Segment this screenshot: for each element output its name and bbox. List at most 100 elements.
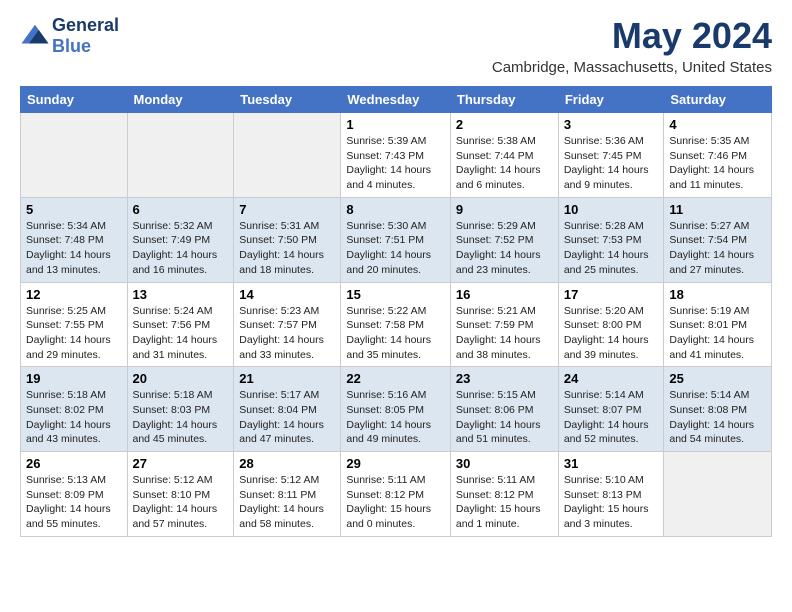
day-info: Sunrise: 5:29 AM Sunset: 7:52 PM Dayligh… (456, 219, 553, 278)
day-number: 13 (133, 287, 229, 302)
day-number: 20 (133, 371, 229, 386)
day-info: Sunrise: 5:28 AM Sunset: 7:53 PM Dayligh… (564, 219, 659, 278)
day-number: 26 (26, 456, 122, 471)
day-number: 7 (239, 202, 335, 217)
header-sunday: Sunday (21, 87, 128, 113)
calendar-cell: 16Sunrise: 5:21 AM Sunset: 7:59 PM Dayli… (450, 282, 558, 367)
day-info: Sunrise: 5:12 AM Sunset: 8:11 PM Dayligh… (239, 473, 335, 532)
week-row-5: 26Sunrise: 5:13 AM Sunset: 8:09 PM Dayli… (21, 452, 772, 537)
day-number: 11 (669, 202, 766, 217)
day-number: 25 (669, 371, 766, 386)
calendar-cell: 4 Sunrise: 5:35 AM Sunset: 7:46 PM Daylig… (664, 113, 772, 198)
calendar-cell (664, 452, 772, 537)
month-title: May 2024 (492, 15, 772, 57)
calendar-cell: 17 Sunrise: 5:20 AM Sunset: 8:00 PM Dayli… (558, 282, 664, 367)
day-number: 5 (26, 202, 122, 217)
week-row-2: 5 Sunrise: 5:34 AM Sunset: 7:48 PM Daylig… (21, 197, 772, 282)
calendar-cell: 14Sunrise: 5:23 AM Sunset: 7:57 PM Dayli… (234, 282, 341, 367)
calendar-cell: 3Sunrise: 5:36 AM Sunset: 7:45 PM Daylig… (558, 113, 664, 198)
day-info: Sunrise: 5:30 AM Sunset: 7:51 PM Dayligh… (346, 219, 445, 278)
calendar-cell: 11 Sunrise: 5:27 AM Sunset: 7:54 PM Dayli… (664, 197, 772, 282)
calendar-cell: 20 Sunrise: 5:18 AM Sunset: 8:03 PM Dayli… (127, 367, 234, 452)
calendar-cell: 31Sunrise: 5:10 AM Sunset: 8:13 PM Dayli… (558, 452, 664, 537)
day-number: 1 (346, 117, 445, 132)
calendar-cell: 27 Sunrise: 5:12 AM Sunset: 8:10 PM Dayli… (127, 452, 234, 537)
calendar-cell: 6Sunrise: 5:32 AM Sunset: 7:49 PM Daylig… (127, 197, 234, 282)
day-number: 22 (346, 371, 445, 386)
day-number: 30 (456, 456, 553, 471)
day-number: 27 (133, 456, 229, 471)
calendar-cell: 9 Sunrise: 5:29 AM Sunset: 7:52 PM Daylig… (450, 197, 558, 282)
day-info: Sunrise: 5:31 AM Sunset: 7:50 PM Dayligh… (239, 219, 335, 278)
day-number: 18 (669, 287, 766, 302)
day-info: Sunrise: 5:38 AM Sunset: 7:44 PM Dayligh… (456, 134, 553, 193)
day-number: 21 (239, 371, 335, 386)
day-number: 12 (26, 287, 122, 302)
logo-icon (20, 21, 50, 51)
day-info: Sunrise: 5:12 AM Sunset: 8:10 PM Dayligh… (133, 473, 229, 532)
day-info: Sunrise: 5:21 AM Sunset: 7:59 PM Dayligh… (456, 304, 553, 363)
day-info: Sunrise: 5:18 AM Sunset: 8:03 PM Dayligh… (133, 388, 229, 447)
day-number: 9 (456, 202, 553, 217)
header-thursday: Thursday (450, 87, 558, 113)
day-info: Sunrise: 5:27 AM Sunset: 7:54 PM Dayligh… (669, 219, 766, 278)
day-info: Sunrise: 5:16 AM Sunset: 8:05 PM Dayligh… (346, 388, 445, 447)
day-info: Sunrise: 5:22 AM Sunset: 7:58 PM Dayligh… (346, 304, 445, 363)
day-number: 19 (26, 371, 122, 386)
week-row-3: 12 Sunrise: 5:25 AM Sunset: 7:55 PM Dayli… (21, 282, 772, 367)
day-number: 2 (456, 117, 553, 132)
day-info: Sunrise: 5:25 AM Sunset: 7:55 PM Dayligh… (26, 304, 122, 363)
calendar-cell: 29 Sunrise: 5:11 AM Sunset: 8:12 PM Dayli… (341, 452, 451, 537)
day-info: Sunrise: 5:14 AM Sunset: 8:08 PM Dayligh… (669, 388, 766, 447)
day-number: 3 (564, 117, 659, 132)
day-number: 4 (669, 117, 766, 132)
calendar-cell (127, 113, 234, 198)
week-row-4: 19 Sunrise: 5:18 AM Sunset: 8:02 PM Dayli… (21, 367, 772, 452)
day-info: Sunrise: 5:23 AM Sunset: 7:57 PM Dayligh… (239, 304, 335, 363)
header-monday: Monday (127, 87, 234, 113)
day-info: Sunrise: 5:17 AM Sunset: 8:04 PM Dayligh… (239, 388, 335, 447)
week-row-1: 1Sunrise: 5:39 AM Sunset: 7:43 PM Daylig… (21, 113, 772, 198)
calendar-cell (21, 113, 128, 198)
logo-text: General Blue (52, 15, 119, 57)
calendar-table: Sunday Monday Tuesday Wednesday Thursday… (20, 86, 772, 537)
calendar-page: General Blue May 2024 Cambridge, Massach… (0, 0, 792, 552)
day-number: 23 (456, 371, 553, 386)
day-number: 28 (239, 456, 335, 471)
calendar-cell: 7 Sunrise: 5:31 AM Sunset: 7:50 PM Daylig… (234, 197, 341, 282)
day-info: Sunrise: 5:34 AM Sunset: 7:48 PM Dayligh… (26, 219, 122, 278)
calendar-cell: 25 Sunrise: 5:14 AM Sunset: 8:08 PM Dayli… (664, 367, 772, 452)
day-info: Sunrise: 5:19 AM Sunset: 8:01 PM Dayligh… (669, 304, 766, 363)
calendar-cell: 8 Sunrise: 5:30 AM Sunset: 7:51 PM Daylig… (341, 197, 451, 282)
calendar-cell: 22 Sunrise: 5:16 AM Sunset: 8:05 PM Dayli… (341, 367, 451, 452)
title-area: May 2024 Cambridge, Massachusetts, Unite… (492, 15, 772, 76)
day-info: Sunrise: 5:35 AM Sunset: 7:46 PM Dayligh… (669, 134, 766, 193)
header: General Blue May 2024 Cambridge, Massach… (20, 15, 772, 76)
weekday-header-row: Sunday Monday Tuesday Wednesday Thursday… (21, 87, 772, 113)
day-info: Sunrise: 5:32 AM Sunset: 7:49 PM Dayligh… (133, 219, 229, 278)
day-number: 15 (346, 287, 445, 302)
calendar-cell: 19 Sunrise: 5:18 AM Sunset: 8:02 PM Dayli… (21, 367, 128, 452)
day-number: 17 (564, 287, 659, 302)
logo: General Blue (20, 15, 119, 57)
calendar-cell: 15 Sunrise: 5:22 AM Sunset: 7:58 PM Dayli… (341, 282, 451, 367)
day-info: Sunrise: 5:18 AM Sunset: 8:02 PM Dayligh… (26, 388, 122, 447)
day-info: Sunrise: 5:24 AM Sunset: 7:56 PM Dayligh… (133, 304, 229, 363)
day-number: 29 (346, 456, 445, 471)
calendar-cell: 24 Sunrise: 5:14 AM Sunset: 8:07 PM Dayli… (558, 367, 664, 452)
day-number: 10 (564, 202, 659, 217)
calendar-cell: 21 Sunrise: 5:17 AM Sunset: 8:04 PM Dayli… (234, 367, 341, 452)
day-number: 8 (346, 202, 445, 217)
day-info: Sunrise: 5:20 AM Sunset: 8:00 PM Dayligh… (564, 304, 659, 363)
calendar-cell: 23Sunrise: 5:15 AM Sunset: 8:06 PM Dayli… (450, 367, 558, 452)
header-saturday: Saturday (664, 87, 772, 113)
day-number: 24 (564, 371, 659, 386)
header-friday: Friday (558, 87, 664, 113)
day-info: Sunrise: 5:11 AM Sunset: 8:12 PM Dayligh… (346, 473, 445, 532)
calendar-cell: 10 Sunrise: 5:28 AM Sunset: 7:53 PM Dayli… (558, 197, 664, 282)
calendar-cell: 26Sunrise: 5:13 AM Sunset: 8:09 PM Dayli… (21, 452, 128, 537)
calendar-cell (234, 113, 341, 198)
day-number: 31 (564, 456, 659, 471)
day-info: Sunrise: 5:14 AM Sunset: 8:07 PM Dayligh… (564, 388, 659, 447)
calendar-cell: 1Sunrise: 5:39 AM Sunset: 7:43 PM Daylig… (341, 113, 451, 198)
